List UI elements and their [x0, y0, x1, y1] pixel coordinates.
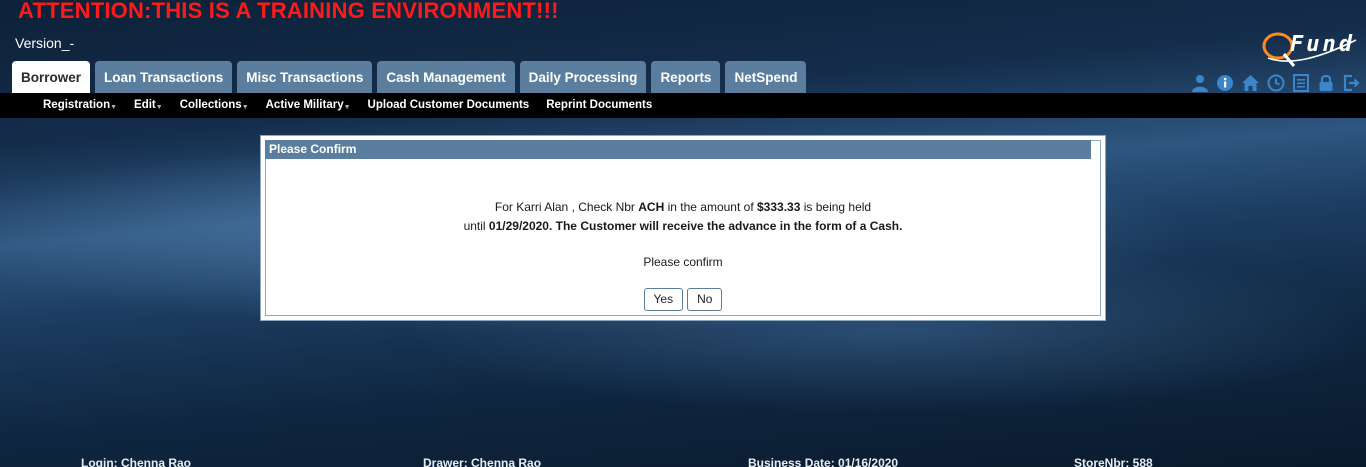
- tab-cash-management[interactable]: Cash Management: [377, 61, 515, 93]
- subnav-edit-label: Edit: [134, 99, 156, 111]
- amount-value: $333.33: [757, 200, 801, 214]
- subnav-active-military[interactable]: Active Military▼: [266, 93, 351, 120]
- confirm-prompt: Please confirm: [643, 255, 723, 269]
- home-icon[interactable]: [1241, 74, 1260, 92]
- qfund-logo: Fund: [1260, 28, 1360, 70]
- status-footer: Login: Chenna Rao Drawer: Chenna Rao Bus…: [0, 455, 1366, 467]
- footer-store-number: StoreNbr: 588: [1074, 456, 1153, 467]
- subnav-collections-label: Collections: [179, 99, 242, 111]
- message-text: is being held: [800, 200, 872, 214]
- user-icon[interactable]: [1191, 74, 1209, 92]
- chevron-down-icon: ▼: [110, 104, 118, 111]
- lock-icon[interactable]: [1317, 74, 1335, 92]
- message-text: until: [463, 219, 489, 233]
- tab-daily-processing[interactable]: Daily Processing: [519, 61, 647, 93]
- chevron-down-icon: ▼: [241, 104, 249, 111]
- subnav-upload-customer-documents[interactable]: Upload Customer Documents: [368, 93, 530, 120]
- sub-navigation-bar: Registration▼ Edit▼ Collections▼ Active …: [0, 93, 1366, 118]
- header-icon-bar: [1191, 74, 1360, 92]
- dialog-message-line-2: until 01/29/2020. The Customer will rece…: [261, 219, 1105, 233]
- tab-borrower[interactable]: Borrower: [12, 61, 91, 93]
- training-banner: ATTENTION:THIS IS A TRAINING ENVIRONMENT…: [18, 0, 559, 23]
- list-icon[interactable]: [1292, 74, 1310, 92]
- dialog-title: Please Confirm: [265, 140, 1091, 159]
- main-tabs: Borrower Loan Transactions Misc Transact…: [12, 61, 807, 93]
- tab-reports[interactable]: Reports: [651, 61, 721, 93]
- confirm-dialog: Please Confirm For Karri Alan , Check Nb…: [260, 135, 1106, 321]
- subnav-reprint-documents[interactable]: Reprint Documents: [546, 93, 652, 120]
- no-button[interactable]: No: [687, 288, 723, 311]
- subnav-edit[interactable]: Edit▼: [134, 93, 163, 120]
- tab-misc-transactions[interactable]: Misc Transactions: [237, 61, 373, 93]
- chevron-down-icon: ▼: [343, 104, 351, 111]
- version-label: Version_-: [15, 35, 75, 51]
- tab-netspend[interactable]: NetSpend: [725, 61, 807, 93]
- message-text: in the amount of: [664, 200, 757, 214]
- dialog-message-line-1: For Karri Alan , Check Nbr ACH in the am…: [261, 200, 1105, 214]
- footer-business-date: Business Date: 01/16/2020: [748, 456, 899, 467]
- subnav-active-military-label: Active Military: [265, 99, 344, 111]
- tab-loan-transactions[interactable]: Loan Transactions: [95, 61, 233, 93]
- chevron-down-icon: ▼: [155, 104, 163, 111]
- clock-icon[interactable]: [1267, 74, 1285, 92]
- info-icon[interactable]: [1216, 74, 1234, 92]
- hold-date-text: 01/29/2020. The Customer will receive th…: [488, 219, 903, 233]
- dialog-buttons: Yes No: [261, 288, 1105, 311]
- footer-drawer: Drawer: Chenna Rao: [423, 456, 542, 467]
- message-text: For Karri Alan , Check Nbr: [494, 200, 639, 214]
- footer-login: Login: Chenna Rao: [81, 456, 191, 467]
- check-number: ACH: [638, 200, 665, 214]
- subnav-registration[interactable]: Registration▼: [43, 93, 117, 120]
- logo-text: Fund: [1290, 32, 1355, 57]
- yes-button[interactable]: Yes: [643, 288, 684, 311]
- subnav-registration-label: Registration: [43, 99, 111, 111]
- subnav-collections[interactable]: Collections▼: [180, 93, 249, 120]
- logout-icon[interactable]: [1342, 74, 1360, 92]
